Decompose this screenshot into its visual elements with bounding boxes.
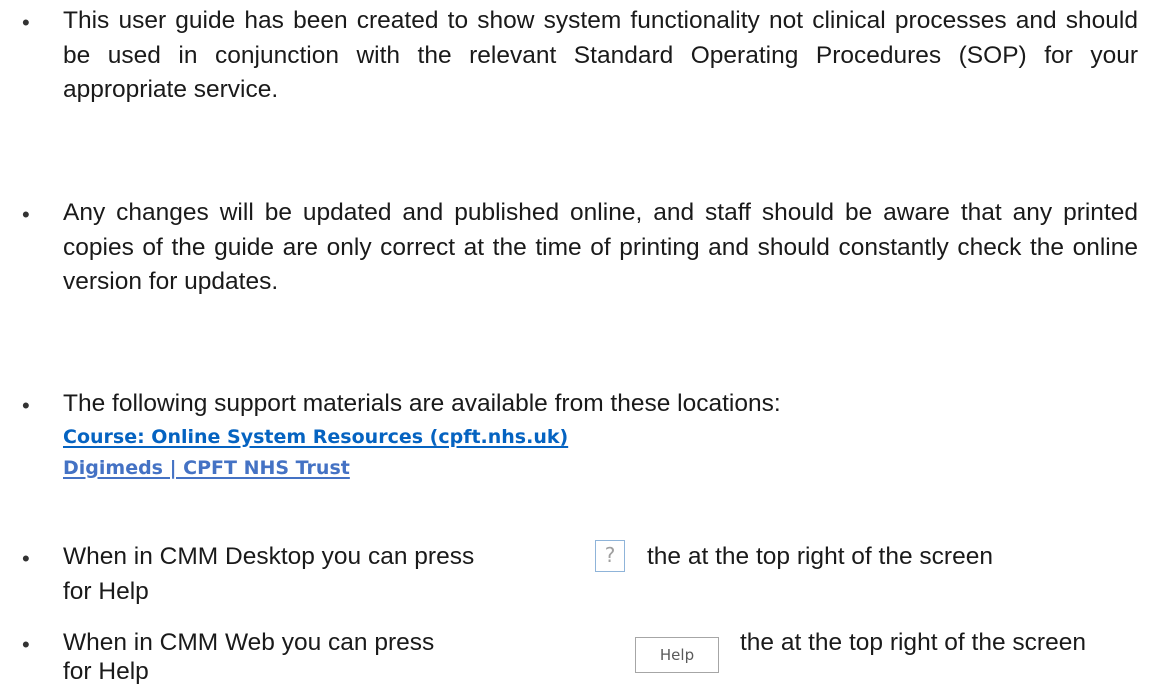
bullet-marker: • bbox=[22, 10, 30, 35]
bullet-text-after: the at the top right of the screen bbox=[647, 543, 993, 570]
bullet-text-before: When in CMM Desktop you can press bbox=[63, 543, 475, 570]
bullet-marker: • bbox=[22, 393, 30, 418]
user-guide-notes-page: • This user guide has been created to sh… bbox=[0, 0, 1168, 686]
bullet-text-after: the at the top right of the screen bbox=[740, 629, 1086, 656]
bullet-text: Any changes will be updated and publishe… bbox=[63, 199, 1138, 295]
bullet-content: When in CMM Desktop you can press ? the … bbox=[63, 540, 1138, 610]
desktop-help-button[interactable]: ? bbox=[595, 540, 625, 572]
bullet-marker: • bbox=[22, 546, 30, 571]
bullet-content: When in CMM Web you can press Help the a… bbox=[63, 626, 1138, 686]
bullet-text-line2: for Help bbox=[63, 658, 149, 685]
web-help-button[interactable]: Help bbox=[635, 637, 719, 673]
bullet-marker: • bbox=[22, 632, 30, 657]
bullet-text: This user guide has been created to show… bbox=[63, 7, 1138, 103]
link-digimeds[interactable]: Digimeds | CPFT NHS Trust bbox=[63, 453, 1138, 484]
bullet-marker: • bbox=[22, 202, 30, 227]
link-online-system-resources[interactable]: Course: Online System Resources (cpft.nh… bbox=[63, 422, 1138, 453]
bullet-text: The following support materials are avai… bbox=[63, 390, 781, 417]
bullet-text-line2: for Help bbox=[63, 577, 149, 605]
bullet-content: The following support materials are avai… bbox=[63, 387, 1138, 484]
support-links: Course: Online System Resources (cpft.nh… bbox=[63, 422, 1138, 484]
